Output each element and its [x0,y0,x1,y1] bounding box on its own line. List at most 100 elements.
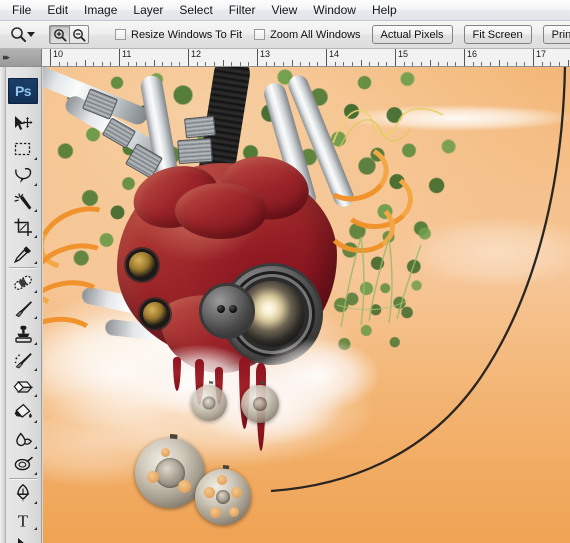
menu-bar: File Edit Image Layer Select Filter View… [0,0,570,21]
lens-sensor-dot-right [229,305,237,313]
healing-brush-tool[interactable] [8,270,38,295]
ruler-minor-tick [110,62,112,66]
ruler-scale: 10 11 12 13 14 15 16 17 [42,49,570,66]
tool-flyout-indicator [34,235,37,238]
lens-sensor-dot-left [217,305,225,313]
ruler-minor-tick [179,62,181,66]
ruler-minor-tick [274,62,276,66]
ruler-minor-tick [420,62,422,66]
eyedropper-tool[interactable] [8,241,38,266]
zoom-out-icon[interactable] [69,25,89,44]
magic-wand-tool[interactable] [8,189,38,214]
ruler-minor-tick [446,62,448,66]
horizontal-ruler[interactable]: ▸▸ 10 11 12 13 14 15 16 17 [0,49,570,67]
zoom-all-windows-checkbox[interactable]: Zoom All Windows [254,29,361,41]
ruler-major-tick [257,49,258,66]
tool-flyout-indicator [34,368,37,371]
menu-item-edit[interactable]: Edit [39,1,76,19]
pen-tool[interactable] [8,481,38,506]
document-canvas[interactable] [43,67,570,543]
gear-hole [178,480,191,493]
ruler-minor-tick [170,62,172,66]
ruler-minor-tick [75,62,77,66]
ruler-minor-tick [489,62,491,66]
checkbox-box[interactable] [254,29,266,40]
gear-small-upper-right [241,385,279,423]
tools-panel: Ps T [0,67,42,543]
panel-expand-handle[interactable]: ▸▸ [0,49,42,66]
ruler-minor-tick [300,62,302,66]
menu-item-image[interactable]: Image [76,1,125,19]
ruler-minor-tick [162,62,164,66]
blur-smudge-tool[interactable] [8,426,38,451]
history-brush-tool[interactable] [8,348,38,373]
menu-item-window[interactable]: Window [305,1,364,19]
zoom-tool-icon[interactable] [10,24,27,46]
eraser-tool[interactable] [8,374,38,399]
ruler-minor-tick [153,60,155,66]
menu-item-view[interactable]: View [263,1,305,19]
ruler-minor-tick [455,62,457,66]
tool-flyout-indicator [34,209,37,212]
menu-item-file[interactable]: File [4,1,39,19]
heart-lobe-center [175,183,267,239]
clone-stamp-tool[interactable] [8,322,38,347]
ruler-minor-tick [541,62,543,66]
gear-hub [253,397,267,411]
brush-tool[interactable] [8,296,38,321]
gradient-paint-bucket-tool[interactable] [8,400,38,425]
dodge-burn-tool[interactable] [8,452,38,477]
path-selection-tool[interactable] [8,533,38,543]
ruler-minor-tick [386,62,388,66]
ruler-minor-tick [213,62,215,66]
menu-item-layer[interactable]: Layer [125,1,171,19]
rectangular-marquee-tool[interactable] [8,137,38,162]
resize-windows-to-fit-checkbox[interactable]: Resize Windows To Fit [115,29,242,41]
ruler-minor-tick [248,62,250,66]
crop-tool[interactable] [8,215,38,240]
ruler-minor-tick [438,62,440,66]
gear-hub [216,490,230,504]
ruler-label: 12 [191,49,202,59]
lens-secondary-barrel [199,283,255,339]
gear-hole [231,487,242,498]
horizontal-type-tool[interactable]: T [8,507,38,532]
menu-item-select[interactable]: Select [171,1,220,19]
ruler-minor-tick [127,62,129,66]
ruler-minor-tick [377,62,379,66]
chevron-down-icon[interactable] [27,25,35,45]
photoshop-window: File Edit Image Layer Select Filter View… [0,0,570,543]
menu-item-help[interactable]: Help [364,1,405,19]
ruler-label: 11 [122,49,132,59]
lasso-tool[interactable] [8,163,38,188]
menu-item-filter[interactable]: Filter [221,1,264,19]
tool-flyout-indicator [34,290,37,293]
tools-panel-grip[interactable] [0,67,6,543]
ruler-major-tick [464,49,465,66]
fit-screen-button[interactable]: Fit Screen [463,25,532,44]
resize-windows-to-fit-label: Resize Windows To Fit [131,28,243,41]
zoom-in-icon[interactable] [49,25,69,44]
tool-flyout-indicator [34,342,37,345]
gear-hole [204,487,215,498]
tool-flyout-indicator [34,261,37,264]
ruler-minor-tick [231,62,233,66]
actual-pixels-button[interactable]: Actual Pixels [371,25,453,44]
move-tool[interactable] [8,111,38,136]
print-size-button[interactable]: Print Size [542,25,570,44]
ruler-minor-tick [265,62,267,66]
tool-flyout-indicator [34,316,37,319]
artwork-composition [43,67,570,543]
checkbox-box[interactable] [115,29,126,40]
ruler-minor-tick [196,62,198,66]
ruler-minor-tick [507,62,509,66]
expand-chevrons-icon: ▸▸ [3,52,10,63]
ruler-minor-tick [524,62,526,66]
gear-hole [147,471,159,483]
heart-port-lower [143,302,167,326]
ruler-minor-tick [515,62,517,66]
ruler-minor-tick [403,62,405,66]
photoshop-logo-text: Ps [14,83,32,99]
ruler-label: 13 [260,49,271,59]
heart-port-upper [129,252,155,278]
